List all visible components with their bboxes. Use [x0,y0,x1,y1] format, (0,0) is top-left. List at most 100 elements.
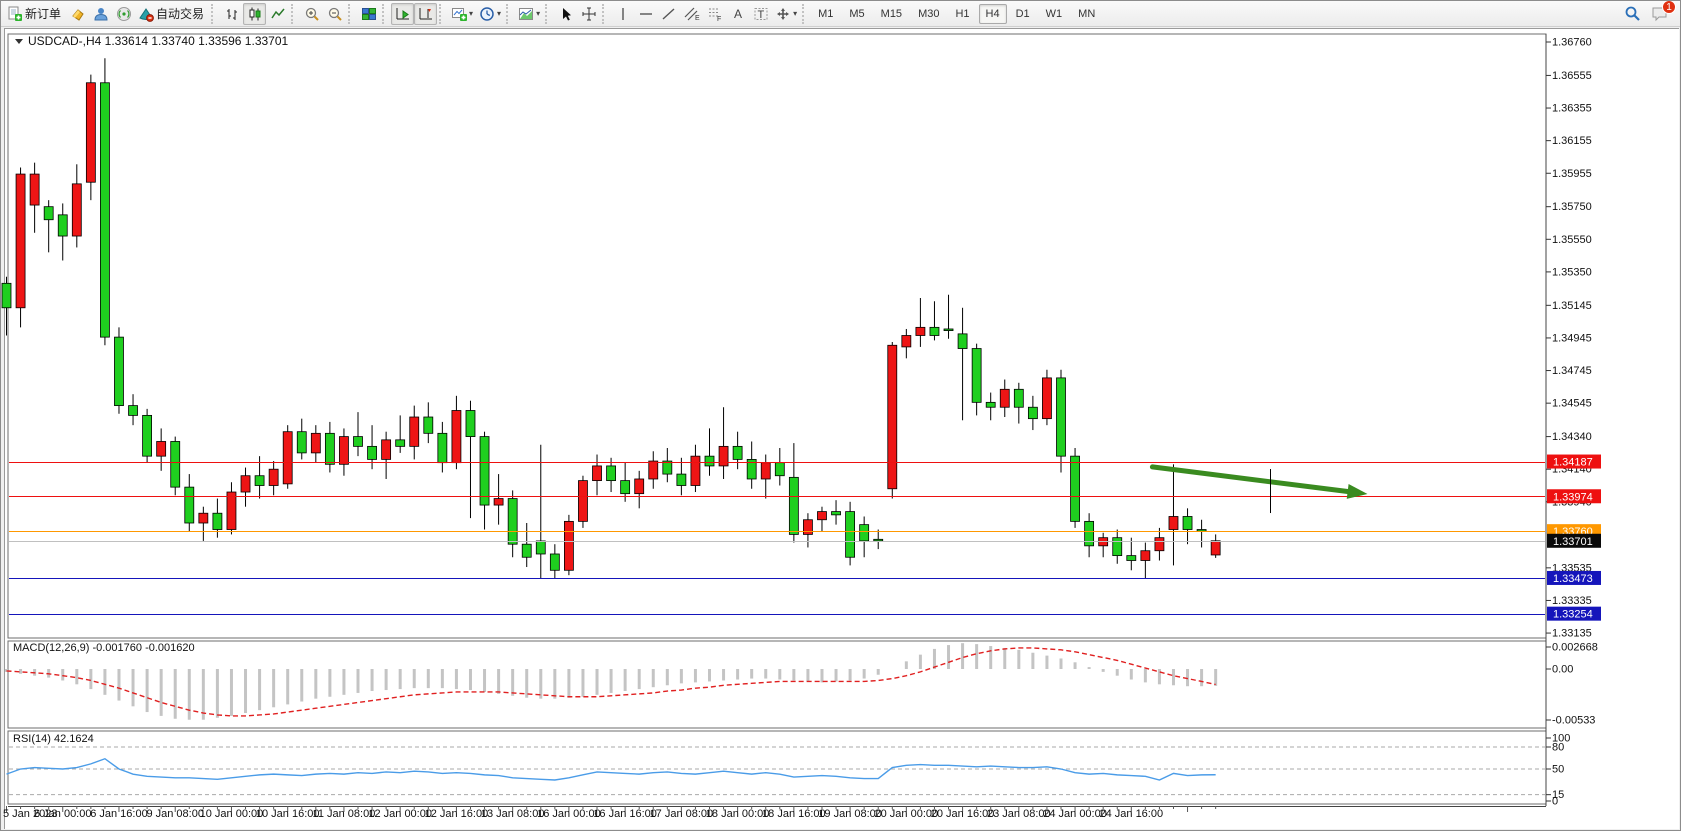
new-order-icon [7,6,23,22]
new-chart-button[interactable]: ▾ [448,3,476,25]
candle [16,168,25,328]
price-tick-label: 1.36155 [1552,135,1592,147]
toolbar-separator [545,4,552,24]
vertical-line-button[interactable] [611,3,634,25]
zoom-in-icon [304,6,320,22]
timeframe-button-M1[interactable]: M1 [811,4,840,24]
cursor-button[interactable] [554,3,577,25]
candle-body [452,410,461,462]
timeframe-button-W1[interactable]: W1 [1039,4,1070,24]
auto-scroll-button[interactable] [391,3,414,25]
trendline-button[interactable] [657,3,680,25]
price-tick-label: 1.36555 [1552,70,1592,82]
candle-body [494,499,503,506]
timeframe-button-MN[interactable]: MN [1071,4,1102,24]
fibonacci-icon: F [707,6,723,22]
periods-icon [479,6,495,22]
timeframe-button-H4[interactable]: H4 [979,4,1007,24]
crosshair-button[interactable] [577,3,600,25]
candle [1042,370,1051,425]
candle-body [283,432,292,484]
bar-chart-button[interactable] [220,3,243,25]
date-axis[interactable]: 5 Jan 20236 Jan 00:006 Jan 16:009 Jan 08… [3,806,1546,820]
horizontal-line-button[interactable] [634,3,657,25]
candle-body [972,349,981,403]
candle-body [1042,378,1051,419]
candle-body [410,417,419,446]
candle-body [677,474,686,485]
toolbar: 新订单 自动交易 [1,1,1680,27]
candle-body [1169,516,1178,529]
price-tick-label: 1.35145 [1552,300,1592,312]
periods-button[interactable]: ▾ [476,3,504,25]
candle-body [100,83,109,337]
zoom-in-button[interactable] [300,3,323,25]
zoom-out-button[interactable] [323,3,346,25]
line-chart-button[interactable] [266,3,289,25]
date-label: 13 Jan 08:00 [481,808,545,820]
rsi-pane[interactable] [8,731,1546,804]
templates-button[interactable]: ▾ [515,3,543,25]
candle-body [466,410,475,436]
price-tick-label: 1.35955 [1552,168,1592,180]
candle [1071,448,1080,528]
price-axis[interactable]: 1.367601.365551.363551.361551.359551.357… [1546,37,1592,640]
equidistant-channel-icon: E [684,6,700,22]
timeframe-button-M5[interactable]: M5 [842,4,871,24]
auto-scroll-icon [395,6,411,22]
auto-trading-button[interactable]: 自动交易 [135,3,209,25]
date-label: 6 Jan 16:00 [90,808,148,820]
timeframe-button-M15[interactable]: M15 [874,4,909,24]
toolbar-separator [291,4,298,24]
date-label: 20 Jan 16:00 [931,808,995,820]
text-label-button[interactable]: T [749,3,772,25]
candle-body [1183,516,1192,529]
chat-button[interactable]: 1 [1651,5,1669,22]
candle-body [536,541,545,554]
price-tag-1.33254: 1.33254 [1547,607,1601,621]
candle-body [143,415,152,456]
crosshair-icon [581,6,597,22]
new-order-button[interactable]: 新订单 [4,3,66,25]
candle-body [480,437,489,505]
signals-button[interactable] [112,3,135,25]
arrows-button[interactable]: ▾ [772,3,800,25]
history-center-button[interactable] [66,3,89,25]
candle-body [564,521,573,570]
candle [846,502,855,566]
price-tag-1.33974: 1.33974 [1547,489,1601,503]
chart-title-text: USDCAD-,H4 1.33614 1.33740 1.33596 1.337… [28,34,289,48]
candle-body [888,345,897,488]
candle-body [30,174,39,205]
candle-body [550,554,559,570]
notification-badge: 1 [1662,0,1676,14]
new-order-label: 新订单 [25,5,63,22]
macd-pane[interactable] [8,641,1546,728]
price-tick-label: 1.34945 [1552,332,1592,344]
chart-shift-button[interactable] [414,3,437,25]
text-button[interactable]: A [726,3,749,25]
candlestick-chart-button[interactable] [243,3,266,25]
chart-title: USDCAD-,H4 1.33614 1.33740 1.33596 1.337… [15,34,289,48]
timeframe-button-D1[interactable]: D1 [1009,4,1037,24]
price-tick-label: 1.35350 [1552,266,1592,278]
candlestick-chart-icon [247,6,263,22]
chart-shift-icon [418,6,434,22]
candle-body [382,440,391,460]
toolbar-separator [348,4,355,24]
fibonacci-button[interactable]: F [703,3,726,25]
mql5-community-button[interactable] [89,3,112,25]
date-label: 9 Jan 08:00 [146,808,204,820]
templates-icon [518,6,534,22]
timeframe-button-H1[interactable]: H1 [948,4,976,24]
mt4-window: 新订单 自动交易 [0,0,1681,831]
main-chart-pane[interactable] [8,34,1546,638]
chart-canvas[interactable]: 1.367601.365551.363551.361551.359551.357… [1,1,1681,831]
price-tick-label: 1.33135 [1552,628,1592,640]
search-icon[interactable] [1624,5,1641,22]
rsi-tick-label: 0 [1552,796,1558,808]
timeframe-button-M30[interactable]: M30 [911,4,946,24]
equidistant-channel-button[interactable]: E [680,3,703,25]
tile-windows-button[interactable] [357,3,380,25]
date-label: 6 Jan 00:00 [34,808,92,820]
